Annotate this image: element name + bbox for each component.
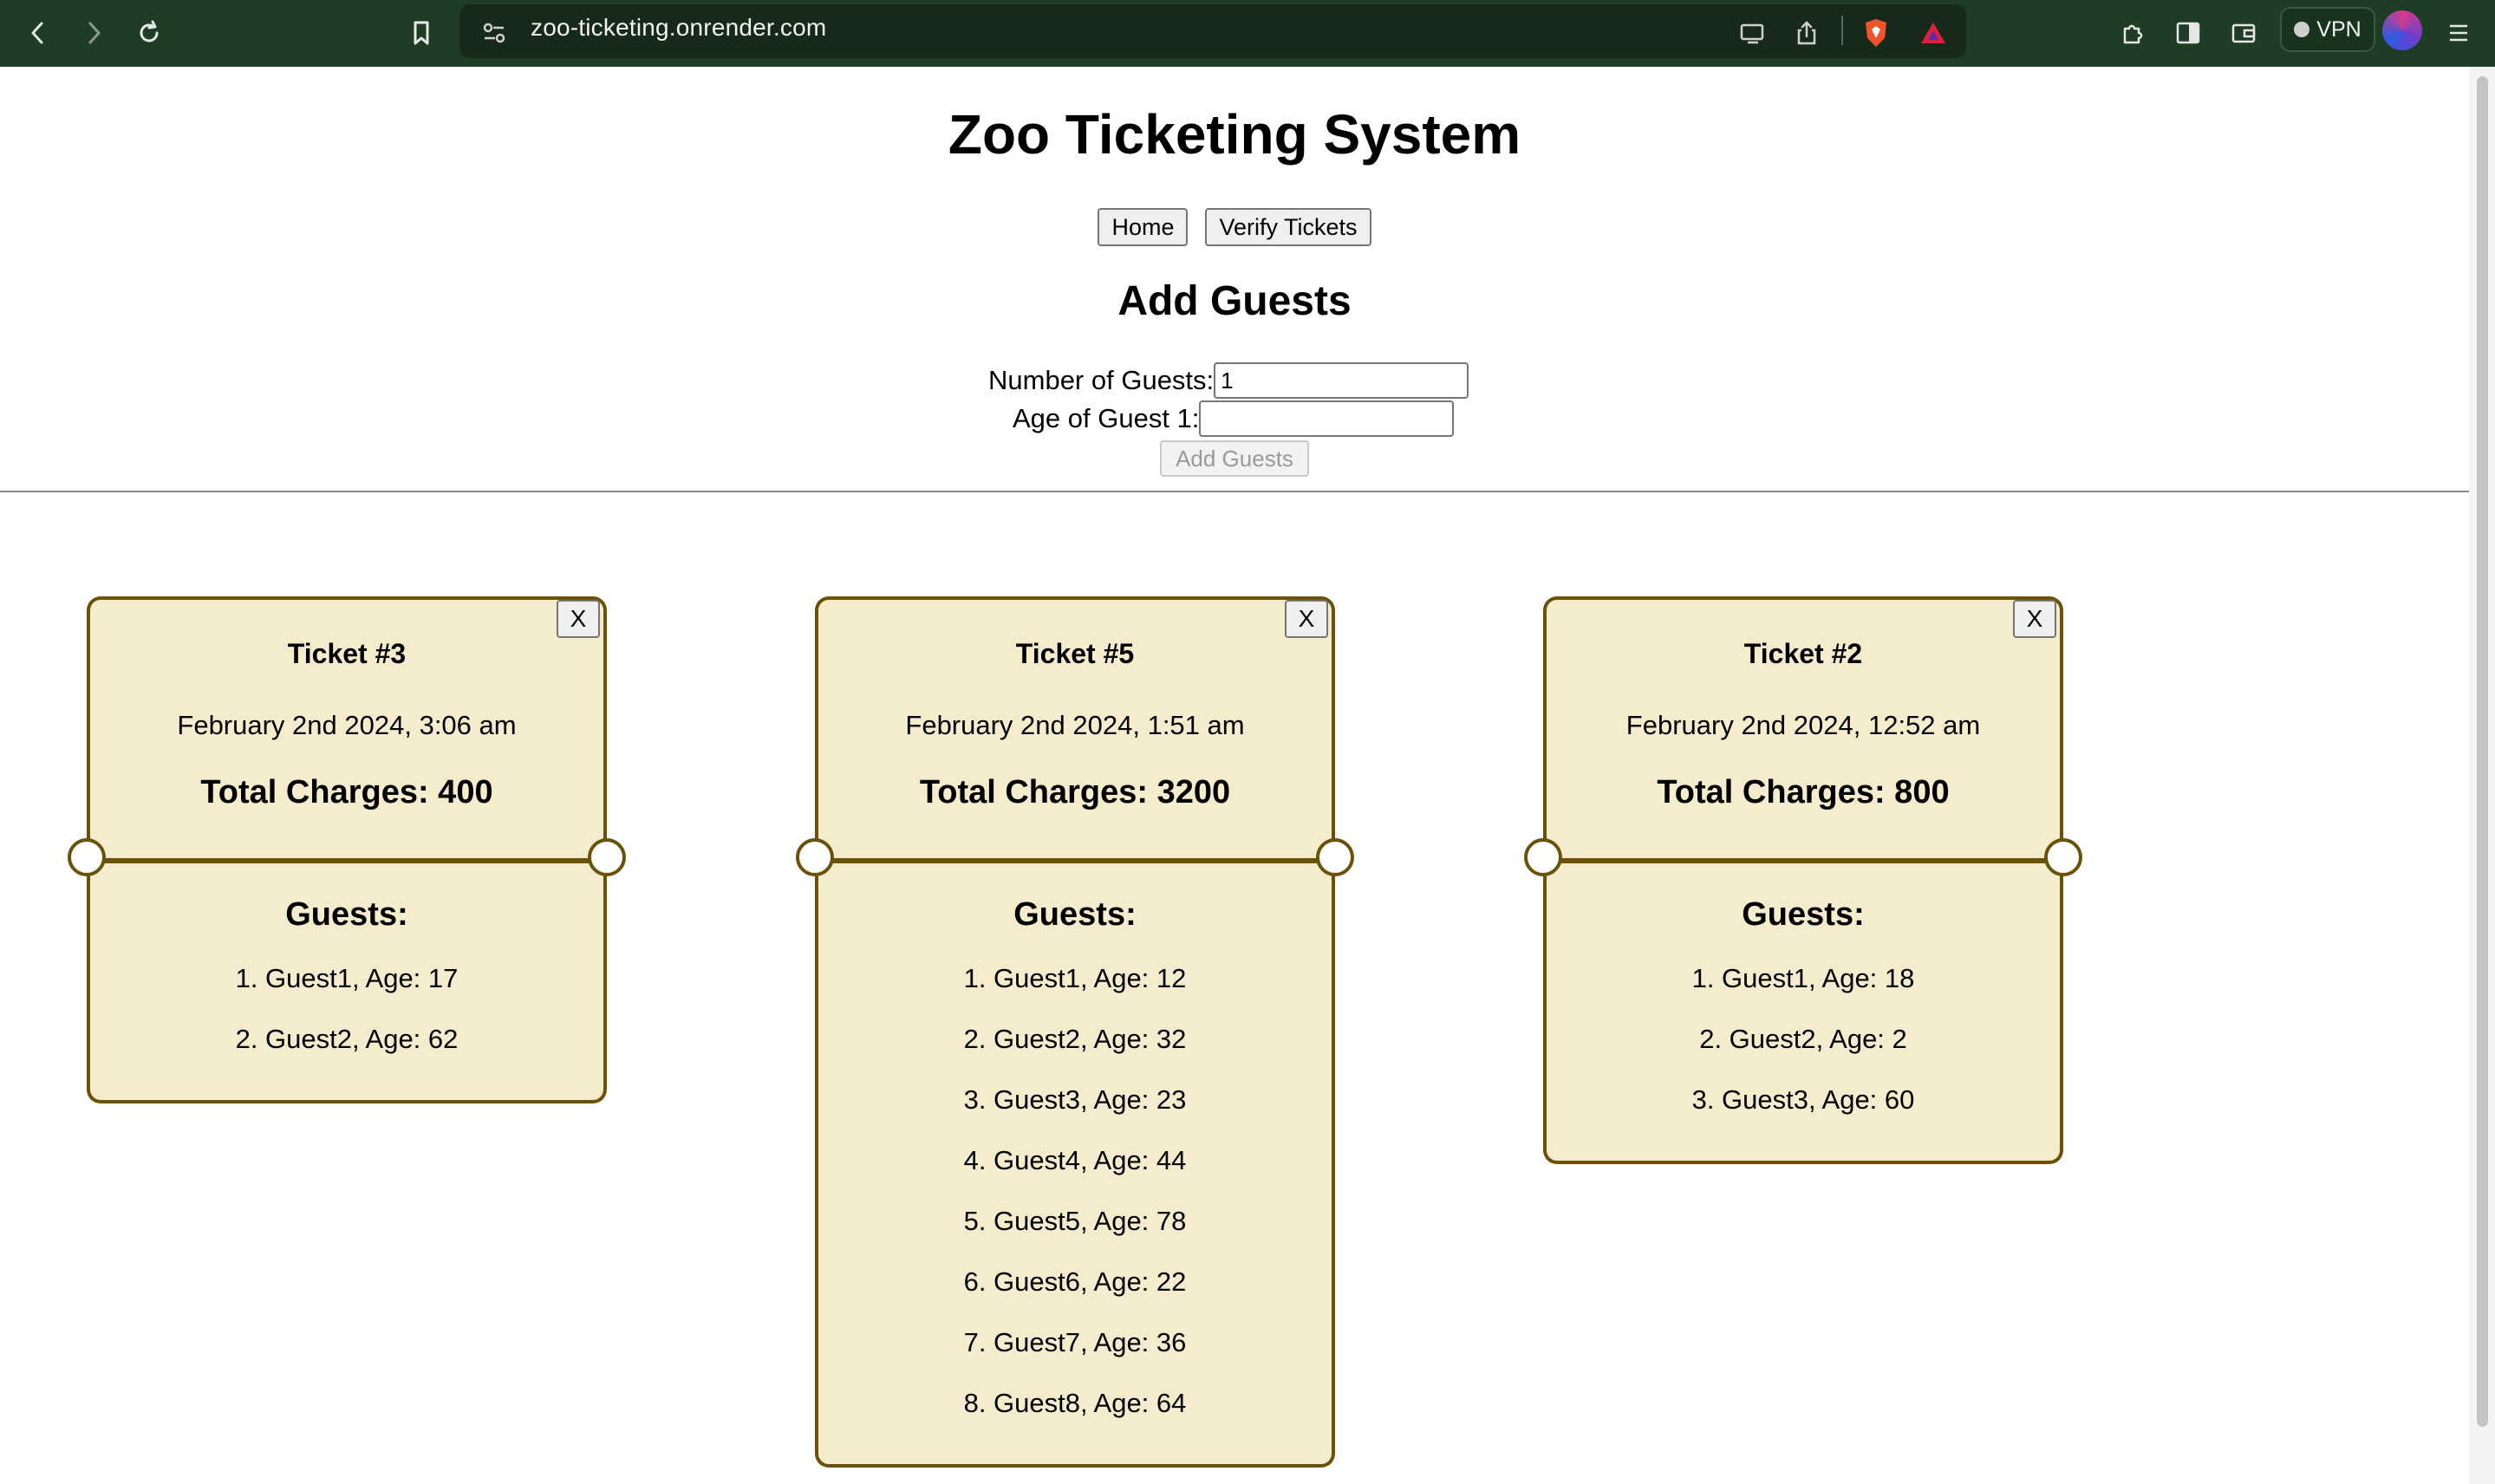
ticket-number: Ticket #2	[1743, 638, 1863, 669]
bookmark-icon[interactable]	[401, 12, 442, 54]
guest-item: 2. Guest2, Age: 62	[235, 1024, 459, 1054]
vpn-button[interactable]: VPN	[2280, 7, 2375, 52]
site-settings-icon[interactable]	[473, 12, 515, 54]
brave-rewards-icon[interactable]	[1912, 12, 1954, 54]
share-icon[interactable]	[1786, 12, 1827, 54]
guest-item: 3. Guest3, Age: 60	[1691, 1084, 1915, 1115]
guest-age-label: Age of Guest 1:	[1013, 403, 1200, 433]
guests-title: Guests:	[1013, 896, 1137, 933]
profile-avatar[interactable]	[2382, 10, 2422, 50]
toolbar-divider	[1841, 16, 1843, 45]
back-icon[interactable]	[17, 12, 59, 54]
ticket-notch	[2044, 838, 2082, 876]
ticket-header: X Ticket #3 February 2nd 2024, 3:06 am T…	[87, 596, 607, 863]
page-title: Zoo Ticketing System	[948, 103, 1521, 166]
guest-age-input[interactable]	[1199, 400, 1455, 437]
guest-item: 1. Guest1, Age: 12	[963, 963, 1187, 993]
ticket-card: X Ticket #2 February 2nd 2024, 12:52 am …	[1543, 596, 2063, 1164]
ticket-date: February 2nd 2024, 12:52 am	[1625, 710, 1981, 740]
ticket-guests: Guests: 1. Guest1, Age: 18 2. Guest2, Ag…	[1543, 863, 2063, 1164]
guests-title: Guests:	[1742, 896, 1865, 933]
ticket-notch	[1524, 838, 1562, 876]
nav-buttons: Home Verify Tickets	[0, 208, 2469, 246]
ticket-date: February 2nd 2024, 3:06 am	[177, 710, 517, 740]
guest-item: 3. Guest3, Age: 23	[963, 1084, 1187, 1115]
ticket-notch	[796, 838, 834, 876]
sidebar-icon[interactable]	[2167, 12, 2209, 54]
ticket-header: X Ticket #5 February 2nd 2024, 1:51 am T…	[815, 596, 1335, 863]
ticket-guests: Guests: 1. Guest1, Age: 12 2. Guest2, Ag…	[815, 863, 1335, 1468]
close-ticket-button[interactable]: X	[2013, 600, 2056, 638]
wallet-icon[interactable]	[2223, 12, 2264, 54]
cast-icon[interactable]	[1732, 12, 1774, 54]
guest-item: 1. Guest1, Age: 18	[1691, 963, 1915, 993]
ticket-notch	[68, 838, 106, 876]
guest-item: 6. Guest6, Age: 22	[963, 1266, 1187, 1297]
vpn-icon	[2294, 22, 2310, 37]
guest-item: 7. Guest7, Age: 36	[963, 1327, 1187, 1357]
ticket-total: Total Charges: 800	[1657, 774, 1950, 810]
vpn-label: VPN	[2316, 16, 2361, 42]
guests-title: Guests:	[285, 896, 408, 933]
guest-item: 8. Guest8, Age: 64	[963, 1388, 1187, 1418]
num-guests-row: Number of Guests:	[988, 362, 1469, 399]
add-guests-title: Add Guests	[1117, 278, 1352, 324]
ticket-number: Ticket #3	[287, 638, 407, 669]
ticket-guests: Guests: 1. Guest1, Age: 17 2. Guest2, Ag…	[87, 863, 607, 1103]
guest-item: 4. Guest4, Age: 44	[963, 1145, 1187, 1175]
add-guests-button[interactable]: Add Guests	[1160, 440, 1309, 477]
ticket-card: X Ticket #3 February 2nd 2024, 3:06 am T…	[87, 596, 607, 1103]
ticket-card: X Ticket #5 February 2nd 2024, 1:51 am T…	[815, 596, 1335, 1468]
ticket-date: February 2nd 2024, 1:51 am	[905, 710, 1245, 740]
reload-icon[interactable]	[128, 12, 170, 54]
ticket-notch	[1316, 838, 1354, 876]
url-text[interactable]: zoo-ticketing.onrender.com	[531, 14, 826, 42]
home-button[interactable]: Home	[1098, 208, 1189, 246]
close-ticket-button[interactable]: X	[1285, 600, 1328, 638]
verify-tickets-button[interactable]: Verify Tickets	[1205, 208, 1371, 246]
close-ticket-button[interactable]: X	[557, 600, 600, 638]
num-guests-input[interactable]	[1214, 362, 1469, 399]
ticket-notch	[588, 838, 626, 876]
ticket-total: Total Charges: 3200	[919, 774, 1231, 810]
forward-icon[interactable]	[73, 12, 114, 54]
extensions-icon[interactable]	[2112, 12, 2153, 54]
brave-shields-icon[interactable]	[1855, 12, 1897, 54]
divider	[0, 491, 2469, 492]
menu-icon[interactable]	[2438, 12, 2479, 54]
ticket-number: Ticket #5	[1015, 638, 1135, 669]
guest-item: 5. Guest5, Age: 78	[963, 1206, 1187, 1236]
guest-item: 2. Guest2, Age: 2	[1699, 1024, 1907, 1054]
ticket-total: Total Charges: 400	[200, 774, 493, 810]
guest-age-row: Age of Guest 1:	[1013, 400, 1455, 437]
num-guests-label: Number of Guests:	[988, 365, 1215, 395]
guest-item: 1. Guest1, Age: 17	[235, 963, 459, 993]
ticket-header: X Ticket #2 February 2nd 2024, 12:52 am …	[1543, 596, 2063, 863]
scrollbar-thumb[interactable]	[2477, 76, 2488, 1427]
browser-toolbar: zoo-ticketing.onrender.com VPN	[0, 0, 2495, 67]
guest-item: 2. Guest2, Age: 32	[963, 1024, 1187, 1054]
